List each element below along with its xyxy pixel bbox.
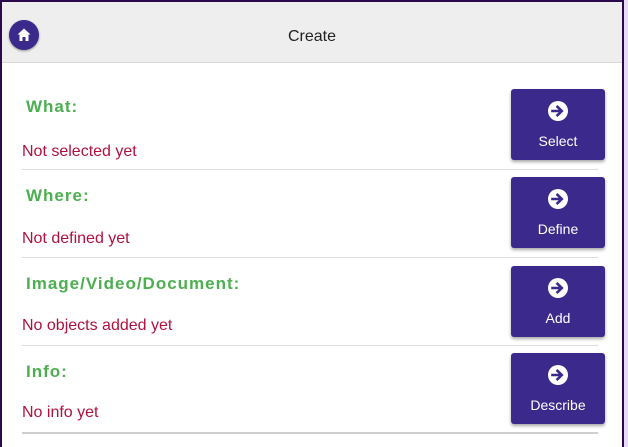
section-title-media: Image/Video/Document: — [26, 274, 241, 293]
add-button[interactable]: Add — [511, 266, 605, 337]
page-title: Create — [287, 28, 337, 45]
select-button-label: Select — [538, 133, 578, 149]
section-divider — [22, 432, 598, 434]
section-status-where: Not defined yet — [22, 230, 130, 247]
define-button[interactable]: Define — [511, 177, 605, 248]
describe-button[interactable]: Describe — [511, 353, 605, 424]
section-title-where: Where: — [26, 186, 90, 205]
section-title-what: What: — [26, 97, 79, 116]
add-button-label: Add — [545, 310, 571, 326]
describe-button-label: Describe — [530, 397, 586, 413]
arrow-right-icon — [547, 364, 569, 386]
arrow-right-icon — [547, 100, 569, 122]
select-button[interactable]: Select — [511, 89, 605, 160]
arrow-right-icon — [547, 188, 569, 210]
arrow-right-icon — [547, 277, 569, 299]
app-header: Create — [2, 2, 622, 63]
define-button-label: Define — [537, 221, 579, 237]
section-status-what: Not selected yet — [22, 143, 137, 160]
section-title-info: Info: — [26, 362, 68, 381]
section-status-media: No objects added yet — [22, 317, 173, 334]
section-status-info: No info yet — [22, 404, 99, 421]
